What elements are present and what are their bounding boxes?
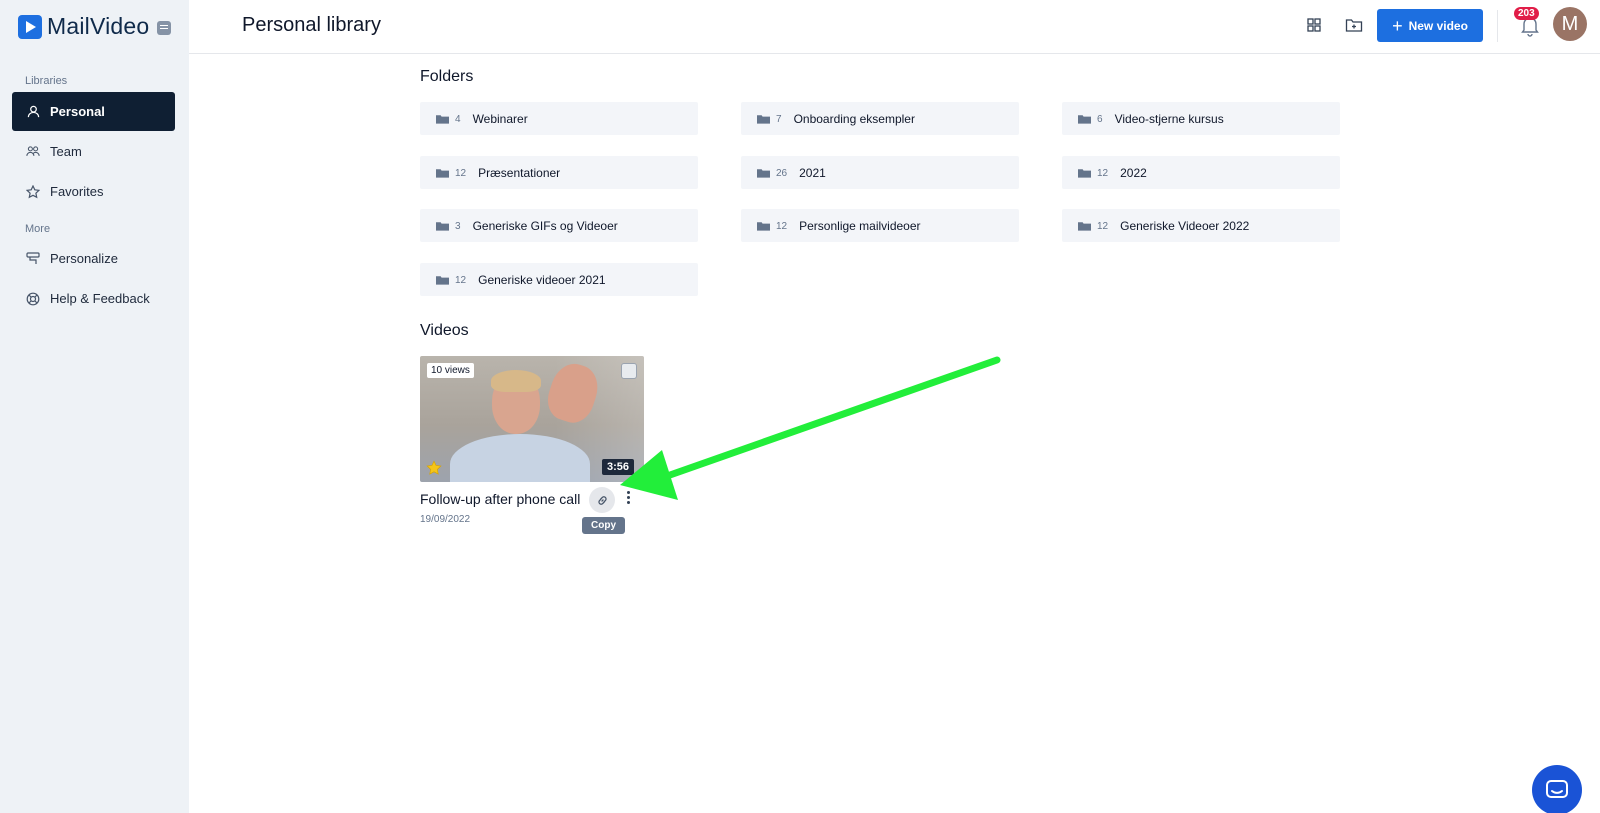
folder-name: Præsentationer <box>478 165 561 180</box>
folder-name: Video-stjerne kursus <box>1114 111 1224 126</box>
more-options-icon[interactable] <box>625 489 631 509</box>
folder-icon <box>1078 114 1091 124</box>
grid-view-icon[interactable] <box>1306 17 1324 35</box>
folder-count: 7 <box>776 114 782 125</box>
views-badge: 10 views <box>427 363 474 378</box>
folder-item[interactable]: 6 Video-stjerne kursus <box>1062 102 1340 135</box>
folder-count: 12 <box>1097 168 1109 179</box>
folder-item[interactable]: 12 Personlige mailvideoer <box>741 209 1019 242</box>
folder-icon <box>757 168 770 178</box>
video-date: 19/09/2022 <box>420 514 471 525</box>
folder-count: 3 <box>455 221 461 232</box>
header-divider <box>1497 10 1498 42</box>
folder-icon <box>436 114 449 124</box>
folder-name: Generiske GIFs og Videoer <box>472 218 618 233</box>
video-card: 10 views 3:56 Follow-up after phone call… <box>420 356 644 534</box>
folder-item[interactable]: 12 Generiske videoer 2021 <box>420 263 698 296</box>
copy-link-button[interactable] <box>589 487 615 513</box>
folder-name: 2022 <box>1120 165 1147 180</box>
sidebar-item-label: Favorites <box>50 184 104 199</box>
folder-count: 6 <box>1097 114 1103 125</box>
section-label-libraries: Libraries <box>25 75 68 87</box>
folder-icon <box>757 114 770 124</box>
user-icon <box>26 105 40 119</box>
folder-count: 26 <box>776 168 788 179</box>
folder-name: Webinarer <box>472 111 528 126</box>
chat-icon <box>1546 780 1568 798</box>
header: Personal library + New video 203 M <box>189 0 1600 54</box>
page-title: Personal library <box>242 14 381 36</box>
folder-count: 12 <box>455 168 467 179</box>
avatar[interactable]: M <box>1553 7 1587 41</box>
logo[interactable]: MailVideo <box>18 13 172 40</box>
thumbnail-person-hair <box>491 370 541 392</box>
folder-count: 12 <box>455 275 467 286</box>
folder-item[interactable]: 7 Onboarding eksempler <box>741 102 1019 135</box>
folder-name: 2021 <box>799 165 826 180</box>
folder-item[interactable]: 12 2022 <box>1062 156 1340 189</box>
new-video-label: New video <box>1408 18 1468 33</box>
folder-name: Generiske Videoer 2022 <box>1120 218 1250 233</box>
new-video-button[interactable]: + New video <box>1377 9 1483 42</box>
folders-heading: Folders <box>420 68 474 85</box>
star-icon <box>26 184 40 199</box>
folder-count: 12 <box>1097 221 1109 232</box>
video-title[interactable]: Follow-up after phone call <box>420 491 596 507</box>
plus-icon: + <box>1392 15 1403 36</box>
folder-count: 4 <box>455 114 461 125</box>
app-name: MailVideo <box>47 13 150 39</box>
sidebar-item-help-feedback[interactable]: Help & Feedback <box>12 279 175 318</box>
sidebar-item-label: Help & Feedback <box>50 291 150 306</box>
folder-icon <box>1078 168 1091 178</box>
new-folder-icon[interactable] <box>1345 17 1363 35</box>
notification-badge: 203 <box>1514 7 1539 20</box>
folder-icon <box>436 168 449 178</box>
copy-tooltip: Copy <box>582 517 625 534</box>
section-label-more: More <box>25 223 51 235</box>
folder-item[interactable]: 12 Generiske Videoer 2022 <box>1062 209 1340 242</box>
sidebar-item-label: Personalize <box>50 251 118 266</box>
link-icon <box>597 495 607 505</box>
folder-item[interactable]: 26 2021 <box>741 156 1019 189</box>
folder-icon <box>1078 221 1091 231</box>
folder-name: Onboarding eksempler <box>793 111 915 126</box>
team-icon <box>26 145 40 159</box>
sidebar-item-label: Personal <box>50 104 105 119</box>
folder-icon <box>757 221 770 231</box>
sidebar-item-personal[interactable]: Personal <box>12 92 175 131</box>
folder-icon <box>436 221 449 231</box>
chat-launcher-button[interactable] <box>1532 765 1582 813</box>
sidebar: MailVideo Libraries Personal Team Favori… <box>0 0 189 813</box>
collapse-sidebar-icon[interactable] <box>157 21 172 35</box>
videos-heading: Videos <box>420 322 469 339</box>
favorite-star-icon[interactable] <box>426 460 442 476</box>
video-thumbnail[interactable]: 10 views 3:56 <box>420 356 644 482</box>
personalize-icon <box>26 252 40 266</box>
folder-item[interactable]: 4 Webinarer <box>420 102 698 135</box>
folder-icon <box>436 275 449 285</box>
folder-name: Personlige mailvideoer <box>799 218 921 233</box>
folder-item[interactable]: 12 Præsentationer <box>420 156 698 189</box>
lifebuoy-icon <box>26 292 40 306</box>
sidebar-item-team[interactable]: Team <box>12 132 175 171</box>
sidebar-item-personalize[interactable]: Personalize <box>12 239 175 278</box>
folder-count: 12 <box>776 221 788 232</box>
folder-item[interactable]: 3 Generiske GIFs og Videoer <box>420 209 698 242</box>
sidebar-item-label: Team <box>50 144 82 159</box>
sidebar-item-favorites[interactable]: Favorites <box>12 172 175 211</box>
folder-name: Generiske videoer 2021 <box>478 272 606 287</box>
annotation-arrow <box>620 356 1001 500</box>
mailvideo-logo-icon <box>18 14 42 39</box>
duration-badge: 3:56 <box>601 459 634 475</box>
select-checkbox[interactable] <box>621 363 637 379</box>
